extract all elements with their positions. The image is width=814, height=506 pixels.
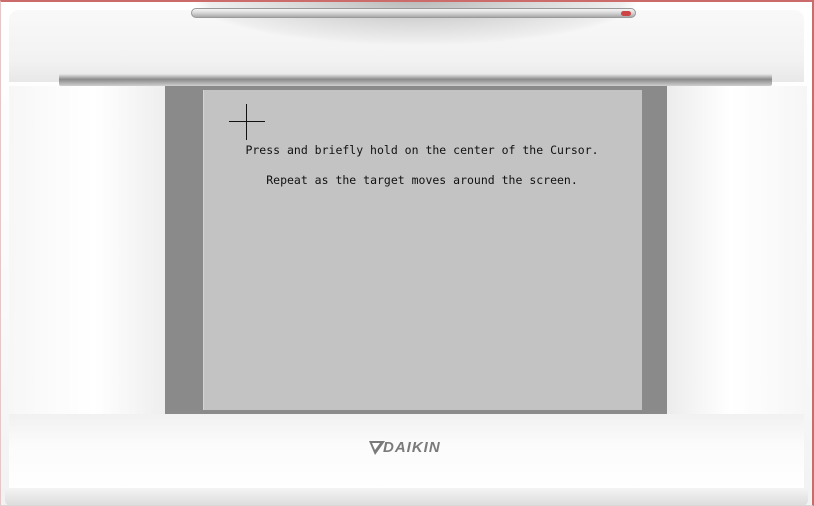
instruction-line-1: Press and briefly hold on the center of … xyxy=(245,143,599,157)
calibration-screen[interactable] xyxy=(203,90,642,410)
bottom-edge xyxy=(5,488,808,505)
brand-name: DAIKIN xyxy=(383,439,441,456)
brand-logo: DAIKIN xyxy=(369,439,469,459)
crosshair-horizontal xyxy=(229,121,265,122)
thermostat-device: Press and briefly hold on the center of … xyxy=(0,0,814,506)
stylus-tip xyxy=(621,11,631,16)
stylus-icon xyxy=(191,8,636,18)
right-side-panel xyxy=(667,86,807,414)
left-side-panel xyxy=(9,86,165,414)
crosshair-target-icon[interactable] xyxy=(229,104,265,140)
top-ridge xyxy=(59,74,772,86)
stylus-slot xyxy=(191,2,641,46)
crosshair-vertical xyxy=(246,104,247,140)
instruction-line-2: Repeat as the target moves around the sc… xyxy=(266,173,578,187)
